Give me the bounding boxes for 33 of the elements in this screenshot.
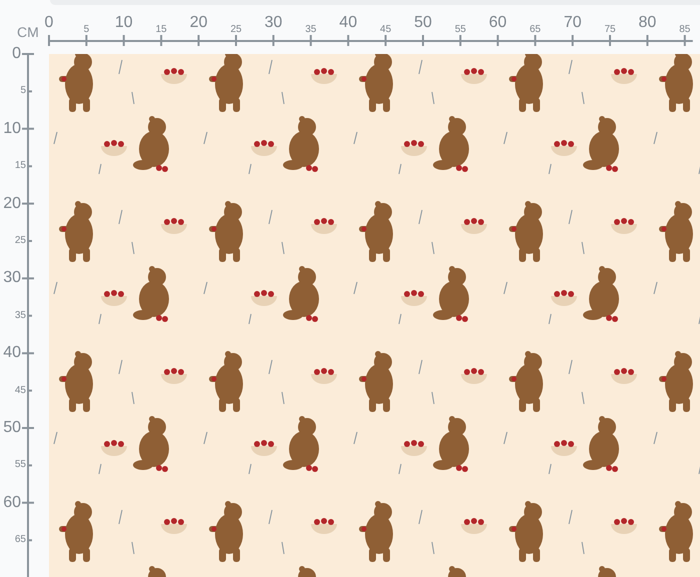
ruler-label: 45: [14, 386, 26, 396]
ruler-label: 50: [414, 15, 432, 31]
ruler-label: 30: [264, 15, 282, 31]
ruler-label: 80: [638, 15, 656, 31]
ruler-label: 5: [84, 25, 90, 35]
ruler-label: 0: [44, 15, 54, 31]
ruler-label: 65: [14, 535, 26, 546]
ruler-label: 50: [3, 420, 21, 436]
ruler-label: 10: [114, 15, 133, 31]
ruler-label: 5: [20, 86, 26, 96]
ruler-label: 20: [190, 15, 208, 31]
ruler-label: 70: [564, 15, 582, 31]
ruler-label: 45: [380, 25, 392, 35]
unit-label: CM: [17, 25, 39, 39]
ruler-label: 55: [454, 25, 466, 35]
ruler-label: 15: [156, 25, 167, 35]
ruler-label: 60: [3, 494, 21, 511]
ruler-label: 30: [3, 270, 21, 286]
ruler-label: 35: [305, 25, 316, 35]
ruler-label: 40: [339, 15, 358, 31]
ruler-label: 20: [3, 196, 21, 212]
ruler-label: 75: [604, 25, 616, 35]
ruler-label: 25: [14, 236, 26, 246]
ruler-label: 35: [14, 310, 26, 321]
ruler-label: 10: [3, 120, 21, 137]
ruler-label: 55: [14, 460, 26, 470]
ruler-label: 15: [14, 161, 26, 172]
ruler-label: 85: [679, 25, 690, 35]
ruler-label: 40: [3, 345, 21, 362]
ruler-label: 60: [488, 15, 507, 31]
ruler-label: 65: [530, 25, 541, 35]
ruler-label: 25: [230, 25, 242, 35]
ruler-label: 0: [12, 46, 21, 62]
